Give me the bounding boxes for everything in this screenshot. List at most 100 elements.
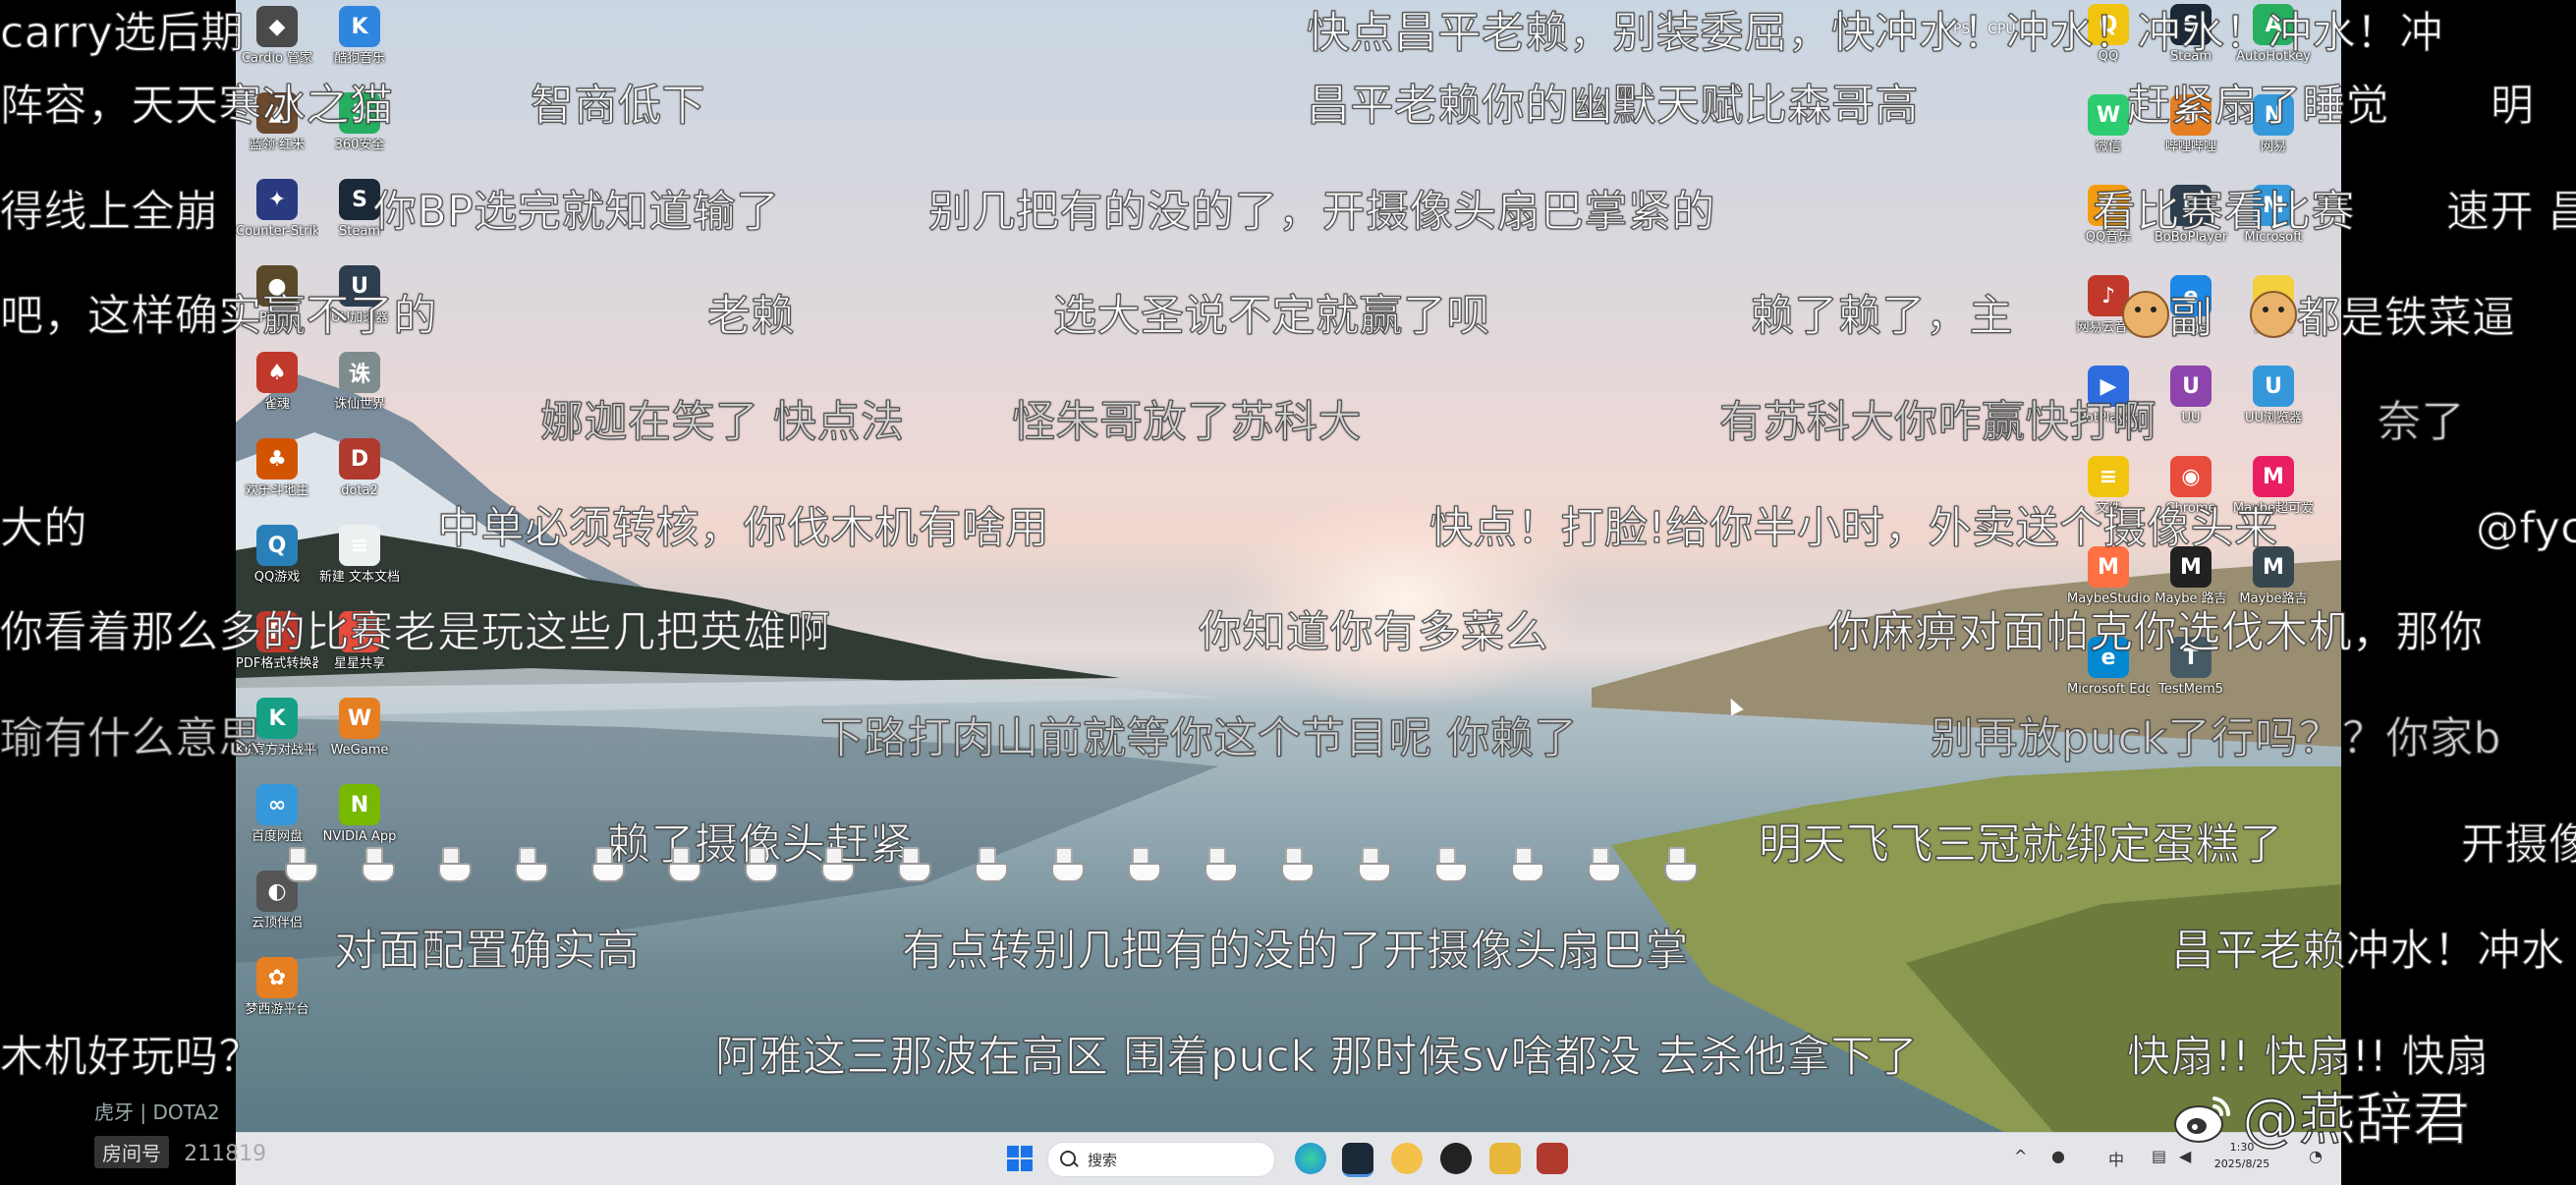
left-desktop-icon[interactable]: ≡ 新建 文本文档 xyxy=(318,525,401,585)
taskbar-steam-icon[interactable] xyxy=(1342,1143,1373,1177)
right-desktop-icon[interactable]: U UU浏览器 xyxy=(2232,366,2315,425)
desktop-icon-label: 新建 文本文档 xyxy=(318,570,401,585)
danmaku-comment: 你麻痹对面帕克你选伐木机，那你 xyxy=(1826,606,2484,658)
left-desktop-icon[interactable]: Q QQ游戏 xyxy=(236,525,318,585)
stream-frame: ◆Cardio 管家▲蓝领·红米✦Counter-Strike 2●PUBG♠雀… xyxy=(0,0,2576,1185)
danmaku-comment: 木机好玩吗？ xyxy=(0,1031,262,1083)
danmaku-text: 阿雅这三那波在高区 围着puck 那时候sv啥都没 去杀他拿下了 xyxy=(714,1031,1919,1082)
danmaku-comment: 大的 xyxy=(0,502,87,554)
left-desktop-icon[interactable]: ∞ 百度网盘 xyxy=(236,784,318,844)
left-desktop-icon[interactable]: N NVIDIA App xyxy=(318,784,401,844)
danmaku-text: 奈了 xyxy=(2377,396,2465,447)
tray-mic-icon[interactable]: ● xyxy=(2051,1147,2065,1165)
app-icon: ◆ xyxy=(256,6,298,47)
tray-chevron-up-icon[interactable]: ^ xyxy=(2014,1147,2027,1165)
app-icon: W xyxy=(339,698,380,739)
taskbar-chat-icon[interactable] xyxy=(1489,1143,1521,1174)
left-desktop-icon[interactable]: ◆ Cardio 管家 xyxy=(236,6,318,66)
left-desktop-icon[interactable]: ♣ 欢乐斗地主 xyxy=(236,438,318,498)
start-button[interactable] xyxy=(1007,1146,1035,1173)
danmaku-comment: 娜迦在笑了 快点法 xyxy=(539,396,904,448)
desktop-icon-label: PDF格式转换器 xyxy=(236,656,318,671)
search-icon xyxy=(1060,1151,1076,1166)
danmaku-text: carry选后期 xyxy=(0,7,245,58)
danmaku-comment: 有苏科大你咋赢快打啊 xyxy=(1718,396,2156,448)
desktop-icon-label: 微信 xyxy=(2095,140,2121,154)
danmaku-text: 木机好玩吗？ xyxy=(0,1031,262,1082)
danmaku-text: 你知道你有多菜么 xyxy=(1198,606,1548,657)
danmaku-text: 快点昌平老赖，别装委屈，快冲水！冲水！冲水！冲水！冲 xyxy=(1306,7,2443,58)
left-desktop-icon[interactable]: ✦ Counter-Strike 2 xyxy=(236,179,318,239)
danmaku-text: 快点！打脸!给你半小时，外卖送个摄像头来 xyxy=(1428,502,2278,553)
app-icon: 诛 xyxy=(339,352,380,393)
toilet-icon xyxy=(1358,847,1391,882)
danmaku-comment: 智商低下 xyxy=(530,80,705,132)
danmaku-text: 大的 xyxy=(0,502,87,553)
danmaku-text: 别再放puck了行吗？？你家b xyxy=(1930,712,2501,763)
toilet-icon xyxy=(975,847,1008,882)
taskbar-search[interactable]: 搜索 xyxy=(1047,1142,1275,1177)
toilet-icon xyxy=(898,847,931,882)
right-desktop-icon[interactable]: M Maybe 路吉 xyxy=(2150,546,2232,606)
toilet-icon xyxy=(515,847,548,882)
app-icon: N xyxy=(339,784,380,825)
toilet-icon xyxy=(1128,847,1161,882)
taskbar-app-icon[interactable] xyxy=(1440,1143,1472,1174)
taskbar-edge-icon[interactable] xyxy=(1295,1143,1326,1174)
taskbar-dota-icon[interactable] xyxy=(1537,1143,1568,1174)
room-tag: 房间号 xyxy=(94,1136,169,1168)
toilet-icon xyxy=(1051,847,1085,882)
danmaku-text: 昌平老赖你的幽默天赋比森哥高 xyxy=(1306,80,1919,131)
left-desktop-icon[interactable]: ♠ 雀魂 xyxy=(236,352,318,412)
desktop-icon-label: 星星共享 xyxy=(333,656,385,671)
right-desktop-icon[interactable]: M MaybeStudio xyxy=(2067,546,2150,606)
search-placeholder: 搜索 xyxy=(1088,1152,1118,1169)
desktop-icon-label: 网易 xyxy=(2260,140,2286,154)
tray-ime-lang[interactable]: 中 xyxy=(2108,1147,2124,1170)
app-icon: K xyxy=(256,698,298,739)
stream-channel: 虎牙 | DOTA2 xyxy=(94,1100,220,1124)
app-icon: ♠ xyxy=(256,352,298,393)
app-icon: W xyxy=(2088,94,2129,136)
desktop-icon-label: 雀魂 xyxy=(263,397,290,412)
desktop-icon-label: WeGame xyxy=(330,743,389,758)
danmaku-comment: 中单必须转核，你伐木机有啥用 xyxy=(436,502,1049,554)
desktop-icon-label: 360安全 xyxy=(334,138,385,152)
danmaku-comment: 昌平老赖你的幽默天赋比森哥高 xyxy=(1306,80,1919,132)
danmaku-comment: 你BP选完就知道输了 xyxy=(372,186,779,238)
danmaku-text: 有苏科大你咋赢快打啊 xyxy=(1718,396,2156,447)
toilet-icon xyxy=(668,847,701,882)
danmaku-text: 副 xyxy=(2168,292,2213,343)
danmaku-comment: 快点！打脸!给你半小时，外卖送个摄像头来 xyxy=(1428,502,2278,554)
toilet-icon xyxy=(285,847,318,882)
toilet-icon xyxy=(1281,847,1315,882)
left-desktop-icon[interactable]: Ddota2 xyxy=(318,438,401,498)
danmaku-comment: 副 xyxy=(2122,291,2213,344)
taskbar-game-icon[interactable] xyxy=(1391,1143,1423,1174)
danmaku-text: 下路打肉山前就等你这个节目呢 你赖了 xyxy=(819,712,1578,763)
danmaku-text: 阵容，天天寒冰之猫 xyxy=(0,80,394,131)
weibo-logo-icon xyxy=(2174,1097,2231,1143)
app-icon: ∞ xyxy=(256,784,298,825)
app-icon: U xyxy=(2253,366,2294,407)
danmaku-comment: 昌平老赖冲水！冲水 xyxy=(2170,925,2564,977)
danmaku-comment: 选大圣说不定就赢了呗 xyxy=(1052,290,1490,342)
app-icon: ◉ xyxy=(2170,456,2212,497)
desktop-icon-label: 酷狗音乐 xyxy=(333,51,385,66)
danmaku-text: 明 xyxy=(2490,80,2535,131)
right-desktop-icon[interactable]: M Maybe路吉 xyxy=(2232,546,2315,606)
desktop-icon-label: 诛仙世界 xyxy=(333,397,385,412)
app-icon: ≡ xyxy=(339,525,380,566)
danmaku-comment: 得线上全崩 xyxy=(0,186,219,238)
danmaku-comment: 吧，这样确实赢不了的 xyxy=(0,290,437,342)
right-desktop-icon[interactable]: U UU xyxy=(2150,366,2232,425)
danmaku-comment: 赶紧扇了睡觉 xyxy=(2126,80,2389,132)
app-icon: ✦ xyxy=(256,179,298,220)
left-desktop-icon[interactable]: ✿ 梦西游平台 xyxy=(236,957,318,1017)
tray-network-icon[interactable]: ▤ xyxy=(2152,1147,2166,1165)
left-desktop-icon[interactable]: W WeGame xyxy=(318,698,401,758)
tray-volume-icon[interactable]: ◀ xyxy=(2179,1147,2191,1165)
danmaku-text: 你麻痹对面帕克你选伐木机，那你 xyxy=(1826,606,2484,657)
left-desktop-icon[interactable]: 诛诛仙世界 xyxy=(318,352,401,412)
left-desktop-icon[interactable]: K 酷狗音乐 xyxy=(318,6,401,66)
